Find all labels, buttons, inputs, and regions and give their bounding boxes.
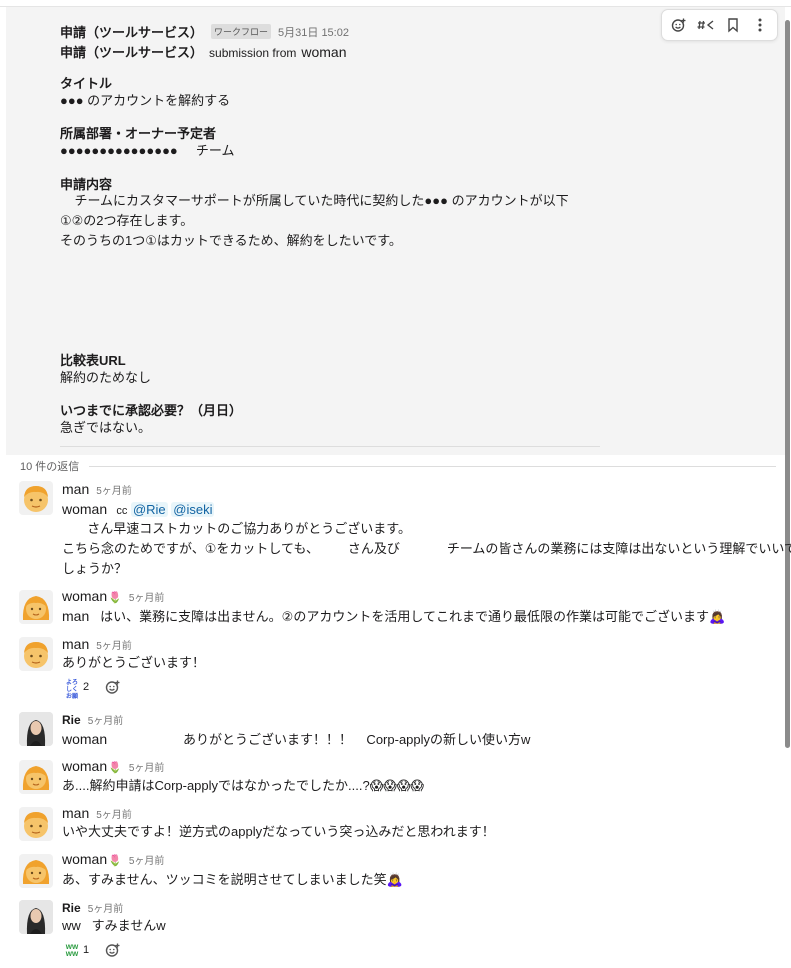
emoji-scream-icon: 😱😱😱😱 — [369, 778, 424, 793]
emoji-bow-icon: 🙇‍♀️ — [386, 872, 403, 887]
message-timestamp[interactable]: 5ヶ月前 — [96, 806, 132, 821]
message-mentions: woman cc @Rie @iseki — [62, 499, 215, 521]
message-text: さん早速コストカットのご協力ありがとうございます。 こちら念のためですが、①をカ… — [62, 521, 791, 576]
ww-icon: ww ww — [65, 942, 79, 958]
reactions-row: ww ww 1 — [62, 941, 123, 959]
submitter-name[interactable]: woman — [301, 44, 346, 60]
message-text: ありがとうございます！ — [62, 655, 206, 670]
avatar[interactable] — [19, 854, 53, 888]
message-header: Rie 5ヶ月前 — [62, 712, 123, 727]
reaction-count: 2 — [83, 681, 90, 693]
message-header: man 5ヶ月前 — [62, 805, 132, 821]
replies-line — [89, 465, 776, 467]
reaction-pill[interactable]: ww ww 1 — [62, 942, 91, 958]
avatar[interactable] — [19, 637, 53, 671]
message-timestamp[interactable]: 5ヶ月前 — [88, 712, 124, 727]
field-value-url: 解約のためなし — [60, 370, 152, 385]
message-body: あ、すみません、ツッコミを説明させてしまいました笑 — [62, 872, 387, 887]
mention-user[interactable]: woman — [62, 501, 107, 517]
user-name[interactable]: Rie — [62, 901, 81, 915]
message-body: ありがとうございます！！！ Corp-applyの新しい使い方w — [107, 732, 531, 747]
field-label-title: タイトル — [60, 76, 113, 91]
message-text: いや大丈夫ですよ！逆方式のapplyだなっていう突っ込みだと思われます！ — [62, 824, 495, 839]
replies-count: 10 件の返信 — [20, 461, 80, 473]
message-header: woman 🌷 5ヶ月前 — [62, 758, 164, 774]
message-header: man 5ヶ月前 — [62, 481, 132, 497]
reactions-row: よろしく お願 2 — [62, 678, 123, 700]
mention[interactable]: @iseki — [171, 502, 215, 517]
field-value-department: ●●●●●●●●●●●●●●● チーム — [60, 143, 235, 158]
user-name[interactable]: man — [62, 636, 89, 652]
user-name[interactable]: woman — [62, 588, 107, 604]
submission-from: submission from — [209, 46, 297, 60]
user-name[interactable]: man — [62, 805, 89, 821]
add-reaction-icon[interactable] — [103, 678, 123, 696]
workflow-divider — [60, 446, 600, 447]
reaction-count: 1 — [83, 944, 90, 956]
workflow-badge: ワークフロー — [211, 24, 272, 39]
message-text: woman ありがとうございます！！！ Corp-applyの新しい使い方w — [62, 729, 530, 750]
tulip-icon: 🌷 — [108, 762, 122, 774]
user-name[interactable]: woman — [62, 758, 107, 774]
avatar[interactable] — [19, 481, 53, 515]
message-timestamp[interactable]: 5ヶ月前 — [96, 637, 132, 652]
avatar[interactable] — [19, 900, 53, 934]
user-name[interactable]: man — [62, 481, 89, 497]
bookmark-icon[interactable] — [720, 12, 746, 38]
avatar[interactable] — [19, 760, 53, 794]
tulip-icon: 🌷 — [108, 855, 122, 867]
workflow-submission: 申請（ツールサービス） submission from woman — [60, 42, 347, 61]
scrollbar[interactable] — [785, 20, 790, 748]
workflow-header: 申請（ツールサービス） ワークフロー 5月31日 15:02 — [60, 22, 349, 41]
message-text: ww すみませんw — [62, 918, 166, 933]
field-label-deadline: いつまでに承認必要？（月日） — [60, 403, 243, 418]
message-timestamp[interactable]: 5ヶ月前 — [96, 482, 132, 497]
mention-user[interactable]: man — [62, 608, 89, 624]
field-value-deadline: 急ぎではない。 — [60, 420, 152, 435]
user-name[interactable]: Rie — [62, 713, 81, 727]
message-header: woman 🌷 5ヶ月前 — [62, 588, 164, 604]
message-header: woman 🌷 5ヶ月前 — [62, 851, 164, 867]
message-text: あ、すみません、ツッコミを説明させてしまいました笑🙇‍♀️ — [62, 870, 403, 890]
add-reaction-icon[interactable] — [666, 12, 692, 38]
field-value-content: チームにカスタマーサポートが所属していた時代に契約した●●● のアカウントが以下… — [60, 193, 569, 248]
message-timestamp[interactable]: 5ヶ月前 — [129, 759, 165, 774]
field-value-title: ●●● のアカウントを解約する — [60, 93, 231, 108]
add-reaction-icon[interactable] — [103, 941, 123, 959]
cc-label: cc — [116, 505, 128, 517]
reaction-pill[interactable]: よろしく お願 2 — [62, 680, 91, 700]
message-timestamp[interactable]: 5ヶ月前 — [88, 900, 124, 915]
message-actions-toolbar — [661, 9, 778, 41]
yoroshiku-icon: よろしく お願 — [65, 680, 78, 700]
workflow-timestamp[interactable]: 5月31日 15:02 — [278, 24, 349, 40]
field-label-department: 所属部署・オーナー予定者 — [60, 126, 217, 141]
message-header: Rie 5ヶ月前 — [62, 900, 123, 915]
emoji-bow-icon: 🙇‍♀️ — [708, 609, 726, 624]
tulip-icon: 🌷 — [108, 592, 122, 604]
workflow-title-2: 申請（ツールサービス） — [60, 45, 204, 60]
avatar[interactable] — [19, 712, 53, 746]
mention-user[interactable]: woman — [62, 731, 107, 747]
mention[interactable]: @Rie — [130, 502, 168, 517]
avatar[interactable] — [19, 590, 53, 624]
message-body: あ....解約申請はCorp-applyではなかったでしたか....? — [62, 778, 370, 793]
field-label-url: 比較表URL — [60, 353, 126, 368]
message-header: man 5ヶ月前 — [62, 636, 132, 652]
replies-divider: 10 件の返信 — [20, 458, 776, 474]
message-text: あ....解約申請はCorp-applyではなかったでしたか....?😱😱😱😱 — [62, 776, 424, 796]
more-actions-icon[interactable] — [747, 12, 773, 38]
message-timestamp[interactable]: 5ヶ月前 — [129, 852, 165, 867]
avatar[interactable] — [19, 807, 53, 841]
message-text: man はい、業務に支障は出ません。②のアカウントを活用してこれまで通り最低限の… — [62, 606, 725, 627]
reply-in-channel-icon[interactable] — [693, 12, 719, 38]
user-name[interactable]: woman — [62, 851, 107, 867]
message-timestamp[interactable]: 5ヶ月前 — [129, 589, 165, 604]
message-body: はい、業務に支障は出ません。②のアカウントを活用してこれまで通り最低限の作業は可… — [89, 609, 709, 624]
workflow-title: 申請（ツールサービス） — [60, 25, 204, 40]
